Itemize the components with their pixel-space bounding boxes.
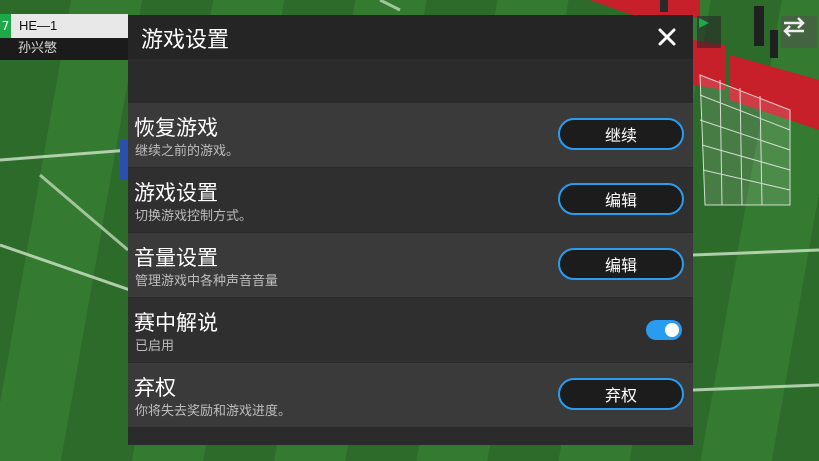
row-title: 游戏设置 — [134, 181, 218, 205]
scoreboard: 7 HE—1 孙兴慜 — [0, 14, 128, 60]
row-title: 音量设置 — [134, 246, 218, 270]
player-name: 孙兴慜 — [0, 38, 128, 60]
row-resume-game: 恢复游戏 继续之前的游戏。 继续 — [128, 103, 693, 167]
row-description: 继续之前的游戏。 — [135, 144, 240, 159]
row-title: 恢复游戏 — [134, 116, 218, 140]
row-description: 你将失去奖励和游戏进度。 — [135, 404, 292, 419]
row-title: 赛中解说 — [134, 311, 218, 335]
row-title: 弃权 — [134, 376, 176, 400]
edit-volume-button[interactable]: 编辑 — [558, 248, 684, 280]
toggle-knob — [665, 323, 679, 337]
side-indicator-button[interactable] — [697, 16, 721, 48]
row-commentary: 赛中解说 已启用 — [128, 298, 693, 362]
score-number: 7 — [0, 14, 11, 38]
resume-button[interactable]: 继续 — [558, 118, 684, 150]
back-button[interactable] — [781, 16, 817, 48]
modal-header: 游戏设置 — [128, 15, 693, 59]
forfeit-button[interactable]: 弃权 — [558, 378, 684, 410]
edit-controls-button[interactable]: 编辑 — [558, 183, 684, 215]
modal-title: 游戏设置 — [141, 28, 230, 53]
arrow-indicator-icon — [699, 18, 709, 28]
row-description: 切换游戏控制方式。 — [135, 209, 253, 224]
team-name: HE—1 — [19, 18, 58, 33]
commentary-toggle[interactable] — [646, 320, 682, 340]
row-forfeit: 弃权 你将失去奖励和游戏进度。 弃权 — [128, 363, 693, 427]
close-icon — [658, 28, 676, 46]
row-game-settings: 游戏设置 切换游戏控制方式。 编辑 — [128, 168, 693, 232]
row-description: 管理游戏中各种声音音量 — [135, 274, 279, 289]
row-description: 已启用 — [135, 339, 175, 354]
settings-modal: 游戏设置 恢复游戏 继续之前的游戏。 继续 游戏设置 切换游戏控制方式。 编辑 … — [128, 15, 693, 445]
row-volume-settings: 音量设置 管理游戏中各种声音音量 编辑 — [128, 233, 693, 297]
back-arrow-icon — [783, 17, 805, 37]
close-button[interactable] — [655, 25, 679, 49]
